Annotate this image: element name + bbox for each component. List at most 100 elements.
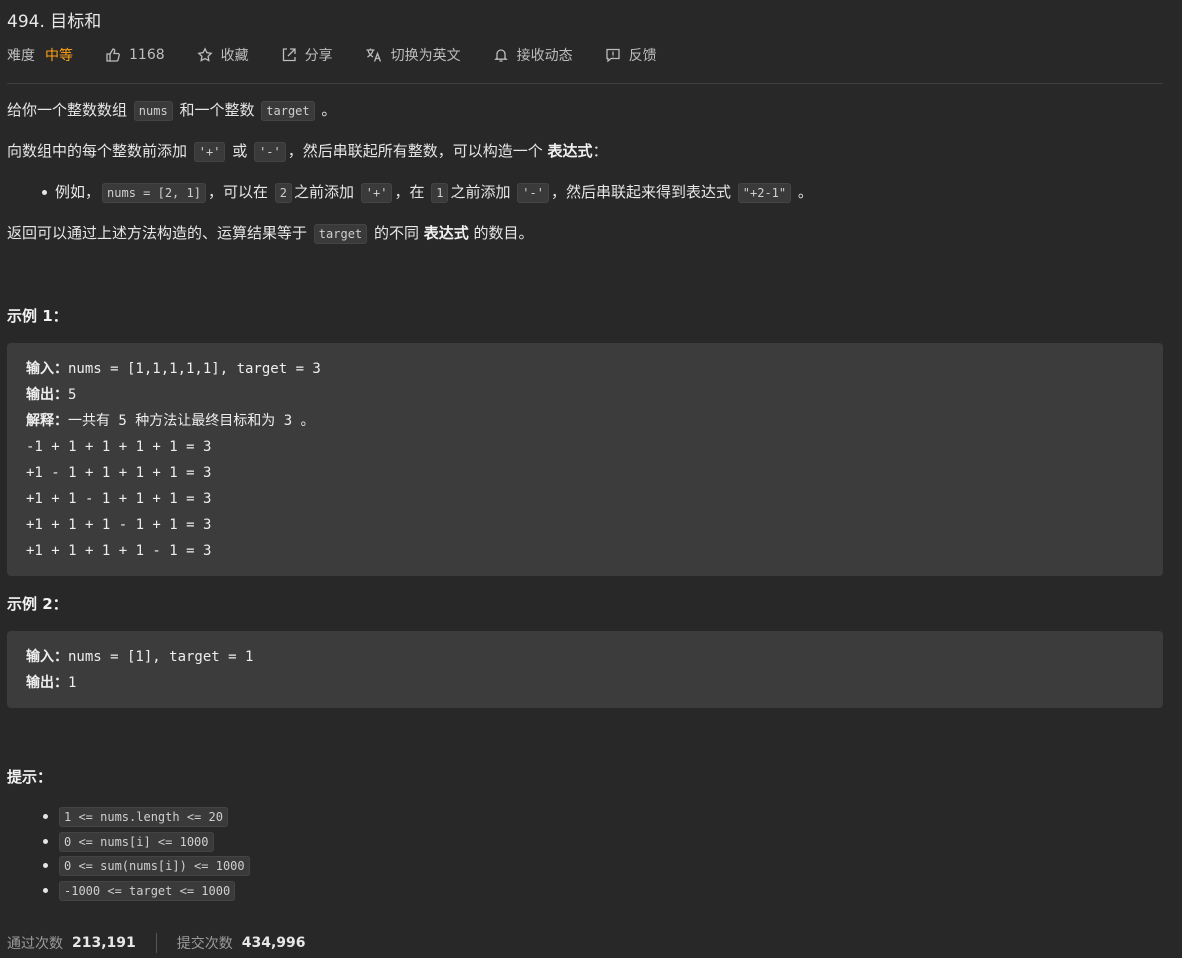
text: 之前添加 (450, 183, 511, 201)
text: 或 (232, 142, 248, 160)
text: 的不同 (373, 224, 419, 242)
inline-code: 0 <= nums[i] <= 1000 (59, 831, 214, 852)
switch-language-button[interactable]: 切换为英文 (365, 45, 461, 65)
submission-stats: 通过次数 213,191 提交次数 434,996 (7, 931, 306, 955)
example-2-output-line: 输出：1 (26, 670, 1144, 696)
code-line: -1 + 1 + 1 + 1 + 1 = 3 (26, 439, 212, 455)
inline-code: 2 (274, 183, 292, 203)
header-divider (7, 83, 1163, 84)
input-value: nums = [1,1,1,1,1], target = 3 (68, 361, 321, 377)
example-2-code-block: 输入：nums = [1], target = 1 输出：1 (7, 631, 1163, 708)
example-list: 例如， nums = [2, 1] ，可以在 2 之前添加 '+' ，在 1 之前添加 '… (7, 180, 1163, 205)
stats-divider (155, 933, 157, 953)
submissions-value: 434,996 (241, 935, 306, 951)
example-1-output-line: 输出：5 (26, 382, 1144, 408)
example-1-code-block: 输入：nums = [1,1,1,1,1], target = 3 输出：5 解释：… (7, 343, 1163, 576)
list-item: -1000 <= target <= 1000 (43, 878, 252, 903)
feedback-button[interactable]: 反馈 (605, 45, 657, 65)
favorite-label: 收藏 (220, 48, 249, 64)
bold-text: 表达式 (423, 224, 469, 242)
subscribe-label: 接收动态 (516, 48, 573, 64)
share-label: 分享 (304, 48, 333, 64)
text: 向数组中的每个整数前添加 (7, 142, 188, 160)
text: ，然后串联起所有整数，可以构造一个 (287, 142, 543, 160)
list-item: 0 <= nums[i] <= 1000 (43, 829, 252, 854)
text: 。 (797, 183, 813, 201)
output-value: 5 (68, 387, 77, 403)
list-item: 0 <= sum(nums[i]) <= 1000 (43, 853, 252, 878)
text: 返回可以通过上述方法构造的、运算结果等于 (7, 224, 308, 242)
thumbs-up-icon (106, 48, 120, 62)
hints-title: 提示： (7, 768, 53, 786)
output-label: 输出： (26, 675, 68, 691)
description-paragraph-2: 向数组中的每个整数前添加 '+' 或 '-' ，然后串联起所有整数，可以构造一个 … (7, 139, 1163, 164)
inline-code: target (261, 101, 315, 121)
text: ： (592, 142, 608, 160)
like-button[interactable]: 1168 (105, 47, 165, 63)
text: 给你一个整数数组 (7, 101, 128, 119)
output-value: 1 (68, 675, 77, 691)
code-line: +1 + 1 - 1 + 1 + 1 = 3 (26, 491, 212, 507)
example-2-title: 示例 2： (7, 595, 68, 613)
inline-code: "+2-1" (737, 183, 792, 203)
input-value: nums = [1], target = 1 (68, 649, 254, 665)
text: ，可以在 (207, 183, 268, 201)
example-1-input-line: 输入：nums = [1,1,1,1,1], target = 3 (26, 356, 1144, 382)
feedback-icon (605, 48, 620, 63)
list-item: 1 <= nums.length <= 20 (43, 804, 252, 829)
inline-code: '-' (517, 183, 549, 203)
inline-code: nums (133, 101, 173, 121)
list-item: 例如， nums = [2, 1] ，可以在 2 之前添加 '+' ，在 1 之前添加 '… (42, 180, 1163, 205)
code-line: +1 + 1 + 1 + 1 - 1 = 3 (26, 543, 212, 559)
text: 的数目。 (473, 224, 534, 242)
code-line: +1 + 1 + 1 - 1 + 1 = 3 (26, 517, 212, 533)
inline-code: 1 <= nums.length <= 20 (59, 807, 228, 827)
text: 之前添加 (293, 183, 354, 201)
input-label: 输入： (26, 361, 68, 377)
difficulty-value: 中等 (45, 48, 73, 64)
output-label: 输出： (26, 387, 68, 403)
inline-code: '-' (254, 142, 286, 162)
accepted-value: 213,191 (72, 935, 136, 951)
input-label: 输入： (26, 649, 68, 665)
favorite-button[interactable]: 收藏 (197, 45, 249, 65)
translate-icon (366, 48, 381, 62)
bold-text: 表达式 (547, 142, 593, 160)
submissions-label: 提交次数 (176, 936, 233, 952)
example-1-title: 示例 1： (7, 307, 68, 325)
difficulty-label: 难度 (7, 48, 35, 64)
text: ，然后串联起来得到表达式 (550, 183, 731, 201)
problem-description: 给你一个整数数组 nums 和一个整数 target 。 向数组中的每个整数前添… (7, 98, 1163, 262)
inline-code: '+' (193, 142, 226, 162)
inline-code: 1 (431, 183, 449, 203)
problem-page: 494. 目标和 难度 中等 1168 收藏 分享 切换为英文 接收动态 反馈 … (0, 0, 1182, 958)
feedback-label: 反馈 (628, 48, 657, 64)
accepted-label: 通过次数 (7, 936, 63, 952)
share-button[interactable]: 分享 (281, 45, 333, 65)
description-paragraph-1: 给你一个整数数组 nums 和一个整数 target 。 (7, 98, 1163, 123)
description-paragraph-3: 返回可以通过上述方法构造的、运算结果等于 target 的不同 表达式 的数目。 (7, 221, 1163, 246)
text: ，在 (394, 183, 425, 201)
problem-title: 494. 目标和 (7, 12, 102, 32)
text: 和一个整数 (179, 101, 255, 119)
explain-value: 一共有 5 种方法让最终目标和为 3 。 (68, 413, 315, 429)
subscribe-button[interactable]: 接收动态 (493, 45, 573, 65)
switch-language-label: 切换为英文 (390, 48, 461, 64)
star-icon (197, 47, 213, 62)
bell-icon (493, 49, 508, 62)
text: 例如， (55, 183, 101, 201)
inline-code: -1000 <= target <= 1000 (59, 880, 236, 901)
inline-code: target (313, 224, 368, 244)
problem-meta-bar: 难度 中等 1168 收藏 分享 切换为英文 接收动态 反馈 (7, 43, 689, 67)
inline-code: 0 <= sum(nums[i]) <= 1000 (59, 856, 250, 876)
like-count: 1168 (129, 47, 165, 63)
inline-code: nums = [2, 1] (102, 183, 206, 203)
explain-label: 解释： (26, 413, 68, 429)
example-1-explain-line: 解释：一共有 5 种方法让最终目标和为 3 。 (26, 408, 1144, 434)
text: 。 (321, 101, 337, 119)
code-line: +1 - 1 + 1 + 1 + 1 = 3 (26, 465, 212, 481)
example-2-input-line: 输入：nums = [1], target = 1 (26, 644, 1144, 670)
share-icon (282, 48, 296, 62)
hints-list: 1 <= nums.length <= 20 0 <= nums[i] <= 1… (7, 804, 252, 902)
inline-code: '+' (360, 183, 393, 203)
